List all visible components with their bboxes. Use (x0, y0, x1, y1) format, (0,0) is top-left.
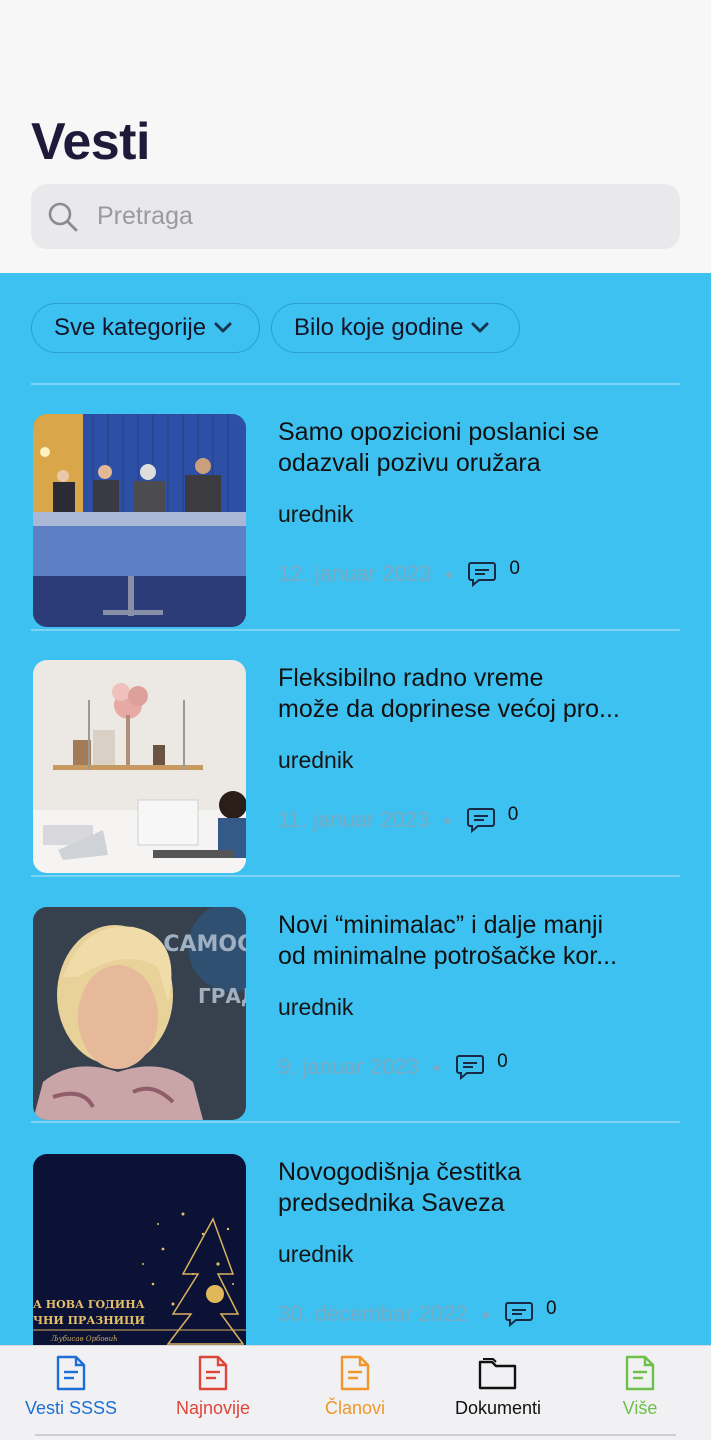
separator-dot: ● (443, 812, 452, 828)
card-text: А НОВА ГОДИНА (33, 1298, 145, 1311)
article-title[interactable]: Novi “minimalac” i dalje manji od minima… (278, 910, 678, 972)
article-item[interactable]: ЕЗ САМОСТ ГРАД Novi “minimalac” i dalje … (0, 907, 711, 1153)
article-title[interactable]: Samo opozicioni poslanici se odazvali po… (278, 417, 678, 479)
divider (31, 875, 680, 877)
folder-icon (478, 1358, 517, 1390)
chevron-down-icon (471, 322, 489, 333)
article-author: urednik (278, 1241, 354, 1267)
comment-icon[interactable] (504, 1300, 534, 1328)
separator-dot: ● (444, 566, 454, 582)
page-title: Vesti (31, 113, 150, 171)
comment-count: 0 (507, 804, 519, 825)
comment-count: 0 (546, 1298, 557, 1319)
article-item[interactable]: Fleksibilno radno vreme može da doprines… (0, 660, 711, 906)
category-filter-label: Sve kategorije (54, 314, 207, 341)
comment-count: 0 (509, 558, 520, 579)
article-thumbnail: А НОВА ГОДИНА ЧНИ ПРАЗНИЦИ Љубисав Орбов… (33, 1154, 246, 1345)
card-text: Љубисав Орбовић (50, 1335, 118, 1343)
article-author: urednik (278, 501, 354, 527)
tab-vise[interactable]: Više (600, 1346, 680, 1440)
article-date: 30. decembar 2022 (278, 1301, 468, 1326)
tab-clanovi[interactable]: Članovi (305, 1346, 405, 1440)
separator-dot: ● (481, 1306, 491, 1322)
year-filter-dropdown[interactable]: Bilo koje godine (271, 303, 520, 353)
document-icon (625, 1355, 655, 1391)
category-filter-dropdown[interactable]: Sve kategorije (31, 303, 260, 353)
article-item[interactable]: А НОВА ГОДИНА ЧНИ ПРАЗНИЦИ Љубисав Орбов… (0, 1154, 711, 1345)
tab-najnovije[interactable]: Najnovije (163, 1346, 263, 1440)
article-thumbnail (33, 414, 246, 627)
comment-icon[interactable] (455, 1053, 485, 1081)
article-date: 12. januar 2023 (278, 561, 431, 586)
article-date: 11. januar 2023 (278, 807, 430, 832)
article-author: urednik (278, 994, 354, 1020)
news-list[interactable]: Sve kategorije Bilo koje godine Samo opo… (0, 273, 711, 1345)
search-input[interactable] (97, 184, 657, 249)
article-thumbnail (33, 660, 246, 873)
tab-label: Članovi (324, 1398, 386, 1418)
article-item[interactable]: Samo opozicioni poslanici se odazvali po… (0, 414, 711, 660)
document-icon (56, 1355, 86, 1391)
article-meta: 12. januar 2023 ● 0 (278, 558, 520, 588)
search-icon (48, 202, 78, 232)
article-author: urednik (278, 747, 354, 773)
background-sign-text: ГРАД (198, 984, 246, 1008)
home-indicator (35, 1434, 676, 1436)
tab-label: Dokumenti (454, 1398, 542, 1418)
document-icon (198, 1355, 228, 1391)
tab-dokumenti[interactable]: Dokumenti (443, 1346, 553, 1440)
year-filter-label: Bilo koje godine (294, 314, 464, 341)
article-title[interactable]: Novogodišnja čestitka predsednika Saveza (278, 1157, 678, 1219)
article-thumbnail: ЕЗ САМОСТ ГРАД (33, 907, 246, 1120)
tab-vesti-ssss[interactable]: Vesti SSSS (16, 1346, 126, 1440)
separator-dot: ● (432, 1059, 442, 1075)
tab-label: Najnovije (175, 1398, 251, 1418)
tab-label: Vesti SSSS (24, 1398, 118, 1418)
card-text: ЧНИ ПРАЗНИЦИ (33, 1314, 145, 1327)
comment-icon[interactable] (467, 560, 497, 588)
article-meta: 30. decembar 2022 ● 0 (278, 1298, 557, 1328)
comment-count: 0 (497, 1051, 508, 1072)
document-icon (340, 1355, 370, 1391)
tab-label: Više (622, 1398, 658, 1418)
article-title[interactable]: Fleksibilno radno vreme može da doprines… (278, 663, 678, 725)
bottom-tab-bar: Vesti SSSS Najnovije Članovi Dokumenti V… (0, 1345, 711, 1440)
comment-icon[interactable] (466, 806, 496, 834)
article-date: 9. januar 2023 (278, 1054, 419, 1079)
divider (31, 383, 680, 385)
search-bar[interactable] (31, 184, 680, 249)
chevron-down-icon (214, 322, 232, 333)
divider (31, 629, 680, 631)
header: Vesti (0, 0, 711, 273)
article-meta: 9. januar 2023 ● 0 (278, 1051, 508, 1081)
divider (31, 1121, 680, 1123)
article-meta: 11. januar 2023 ● 0 (278, 804, 519, 834)
